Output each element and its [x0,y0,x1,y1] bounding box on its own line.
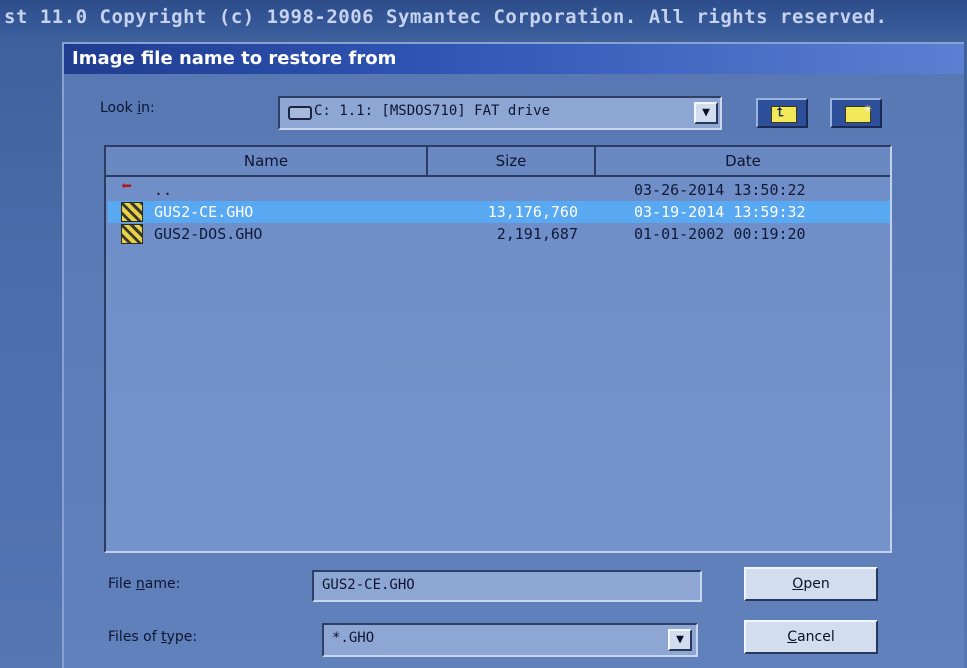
file-row-parent[interactable]: ⬅ .. 03-26-2014 13:50:22 [108,176,890,201]
file-name-input[interactable]: GUS2-CE.GHO [312,570,702,602]
file-list[interactable]: Name Size Date ⬅ .. 03-26-2014 13:50:22 … [104,145,892,553]
ghost-image-icon [121,224,143,244]
file-date: 03-26-2014 13:50:22 [634,181,806,199]
file-size: 2,191,687 [496,225,578,243]
look-in-label: Look in: [100,100,155,116]
cancel-button[interactable]: Cancel [744,620,878,654]
drive-icon [288,106,312,120]
file-size: 13,176,760 [487,203,578,221]
up-one-level-button[interactable]: ⮤ [756,98,808,128]
look-in-dropdown[interactable]: C: 1.1: [MSDOS710] FAT drive ▼ [278,96,722,130]
restore-dialog: Image file name to restore from Look in:… [62,42,964,668]
file-name: .. [154,181,173,199]
file-date: 03-19-2014 13:59:32 [634,203,806,221]
column-header-date[interactable]: Date [596,147,890,177]
file-type-label: Files of type: [108,629,198,645]
file-type-dropdown[interactable]: *.GHO ▼ [322,623,698,657]
column-header-size[interactable]: Size [428,147,596,177]
open-button[interactable]: Open [744,567,878,601]
dialog-title: Image file name to restore from [64,44,964,74]
sparkle-icon: ✳ [864,101,872,116]
column-header-name[interactable]: Name [106,147,428,177]
file-name: GUS2-CE.GHO [154,203,254,221]
app-banner: st 11.0 Copyright (c) 1998-2006 Symantec… [0,0,967,36]
file-name-label: File name: [108,576,181,592]
file-name: GUS2-DOS.GHO [154,225,263,243]
file-row[interactable]: GUS2-DOS.GHO 2,191,687 01-01-2002 00:19:… [108,223,890,245]
new-folder-button[interactable]: ✳ [830,98,882,128]
look-in-value: C: 1.1: [MSDOS710] FAT drive [314,103,551,119]
file-type-value: *.GHO [332,630,375,646]
file-date: 01-01-2002 00:19:20 [634,225,806,243]
look-in-dropdown-button[interactable]: ▼ [694,102,718,124]
file-type-dropdown-button[interactable]: ▼ [668,629,692,651]
back-arrow-icon: ⬅ [121,176,132,197]
ghost-image-icon [121,202,143,222]
folder-up-icon: ⮤ [771,105,797,123]
file-row-selected[interactable]: GUS2-CE.GHO 13,176,760 03-19-2014 13:59:… [108,201,890,223]
